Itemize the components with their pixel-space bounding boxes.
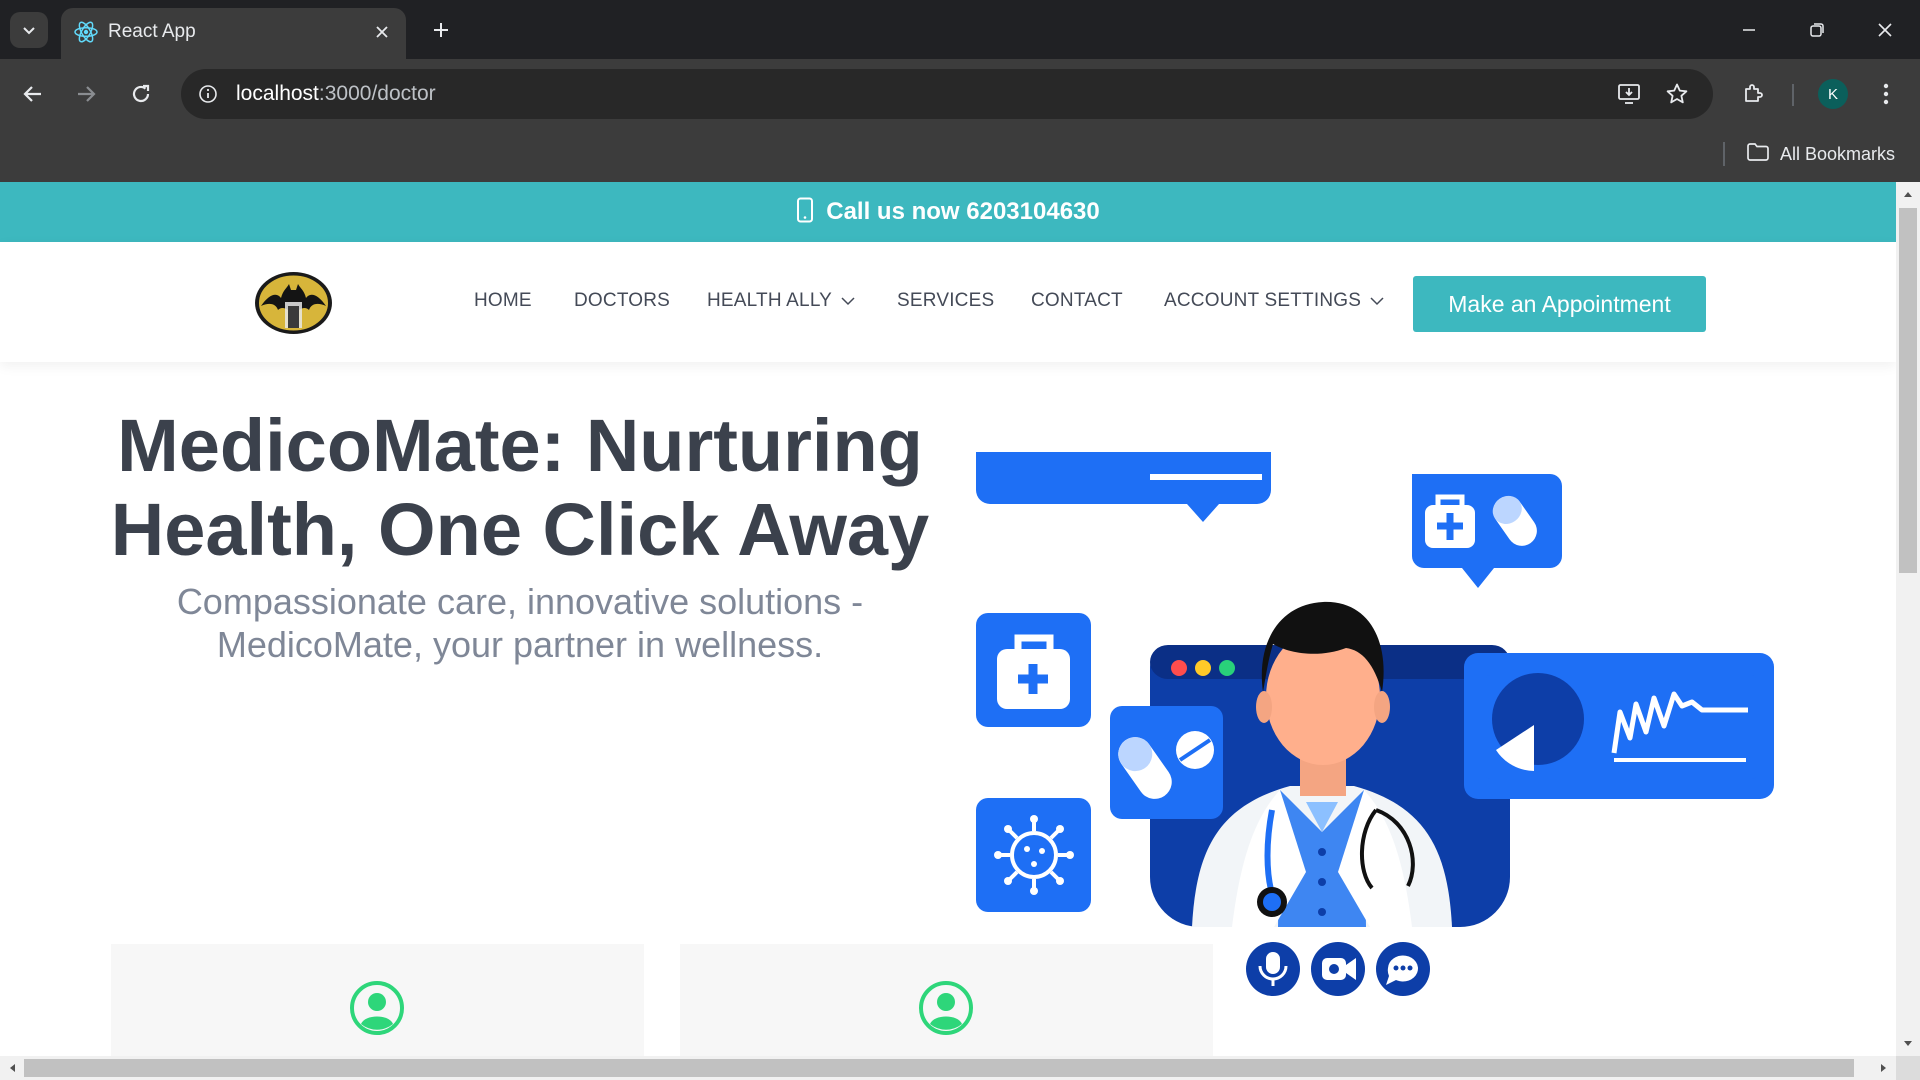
folder-icon [1746,142,1770,167]
nav-home[interactable]: HOME [474,290,532,312]
feature-card [680,944,1213,1056]
scroll-right-icon[interactable] [1872,1056,1896,1080]
nav-account-settings[interactable]: ACCOUNT SETTINGS [1164,290,1385,312]
nav-contact-label: CONTACT [1031,290,1123,311]
browser-chrome: React App localhost:3000/doctor K All Bo… [0,0,1920,182]
react-favicon-icon [73,19,99,45]
chevron-down-icon [840,290,856,312]
nav-health-ally-label: HEALTH ALLY [707,290,833,311]
mobile-phone-icon [796,197,814,228]
scrollbar-corner [1896,1056,1920,1080]
install-app-icon[interactable] [1613,79,1645,109]
scroll-down-icon[interactable] [1896,1032,1920,1056]
star-icon[interactable] [1661,79,1693,109]
restore-icon[interactable] [1782,0,1852,59]
plus-icon[interactable] [423,12,459,48]
tab-title: React App [108,21,196,42]
site-info-icon[interactable] [193,79,223,109]
close-icon[interactable] [366,16,398,48]
all-bookmarks-label: All Bookmarks [1780,143,1896,164]
scroll-left-icon[interactable] [0,1056,24,1080]
nav-services[interactable]: SERVICES [897,290,994,312]
chevron-down-icon [1369,290,1385,312]
menu-icon[interactable] [1866,74,1906,114]
tab-strip: React App [0,0,1920,59]
hero-title: MedicoMate: Nurturing Health, One Click … [110,404,930,571]
nav-doctors[interactable]: DOCTORS [574,290,670,312]
minimize-icon[interactable] [1714,0,1784,59]
reload-icon[interactable] [121,74,161,114]
feature-card [111,944,644,1056]
vertical-scroll-thumb[interactable] [1899,208,1917,573]
browser-toolbar: localhost:3000/doctor K [0,59,1920,130]
nav-account-settings-label: ACCOUNT SETTINGS [1164,290,1362,311]
nav-doctors-label: DOCTORS [574,290,671,311]
site-navbar: HOME DOCTORS HEALTH ALLY SERVICES CONTAC… [0,242,1896,362]
active-tab[interactable]: React App [61,8,406,59]
bookmarks-divider [1723,142,1725,166]
nav-services-label: SERVICES [897,290,995,311]
call-us-bar: Call us now 6203104630 [0,182,1896,242]
site-logo[interactable] [255,272,332,334]
scroll-up-icon[interactable] [1896,182,1920,206]
user-circle-icon [918,980,974,1036]
back-icon[interactable] [13,74,53,114]
horizontal-scroll-thumb[interactable] [24,1059,1854,1077]
address-bar[interactable]: localhost:3000/doctor [181,69,1713,119]
nav-home-label: HOME [474,290,532,311]
forward-icon[interactable] [66,74,106,114]
profile-avatar[interactable]: K [1818,79,1848,109]
tab-search-icon[interactable] [10,12,48,48]
user-circle-icon [349,980,405,1036]
toolbar-divider [1792,84,1794,106]
doctor-illustration [970,362,1780,1002]
close-window-icon[interactable] [1850,0,1920,59]
bookmarks-bar: All Bookmarks [0,130,1920,182]
url-text: localhost:3000/doctor [236,82,436,105]
hero-subtitle: Compassionate care, innovative solutions… [176,581,864,665]
call-us-text: Call us now 6203104630 [826,198,1100,225]
page-viewport: Call us now 6203104630 HOME DOCTORS HEAL… [0,182,1896,1056]
all-bookmarks-button[interactable]: All Bookmarks [1746,139,1895,169]
extensions-icon[interactable] [1733,74,1773,114]
make-appointment-button[interactable]: Make an Appointment [1413,276,1706,332]
nav-contact[interactable]: CONTACT [1031,290,1123,312]
nav-health-ally[interactable]: HEALTH ALLY [707,290,856,312]
